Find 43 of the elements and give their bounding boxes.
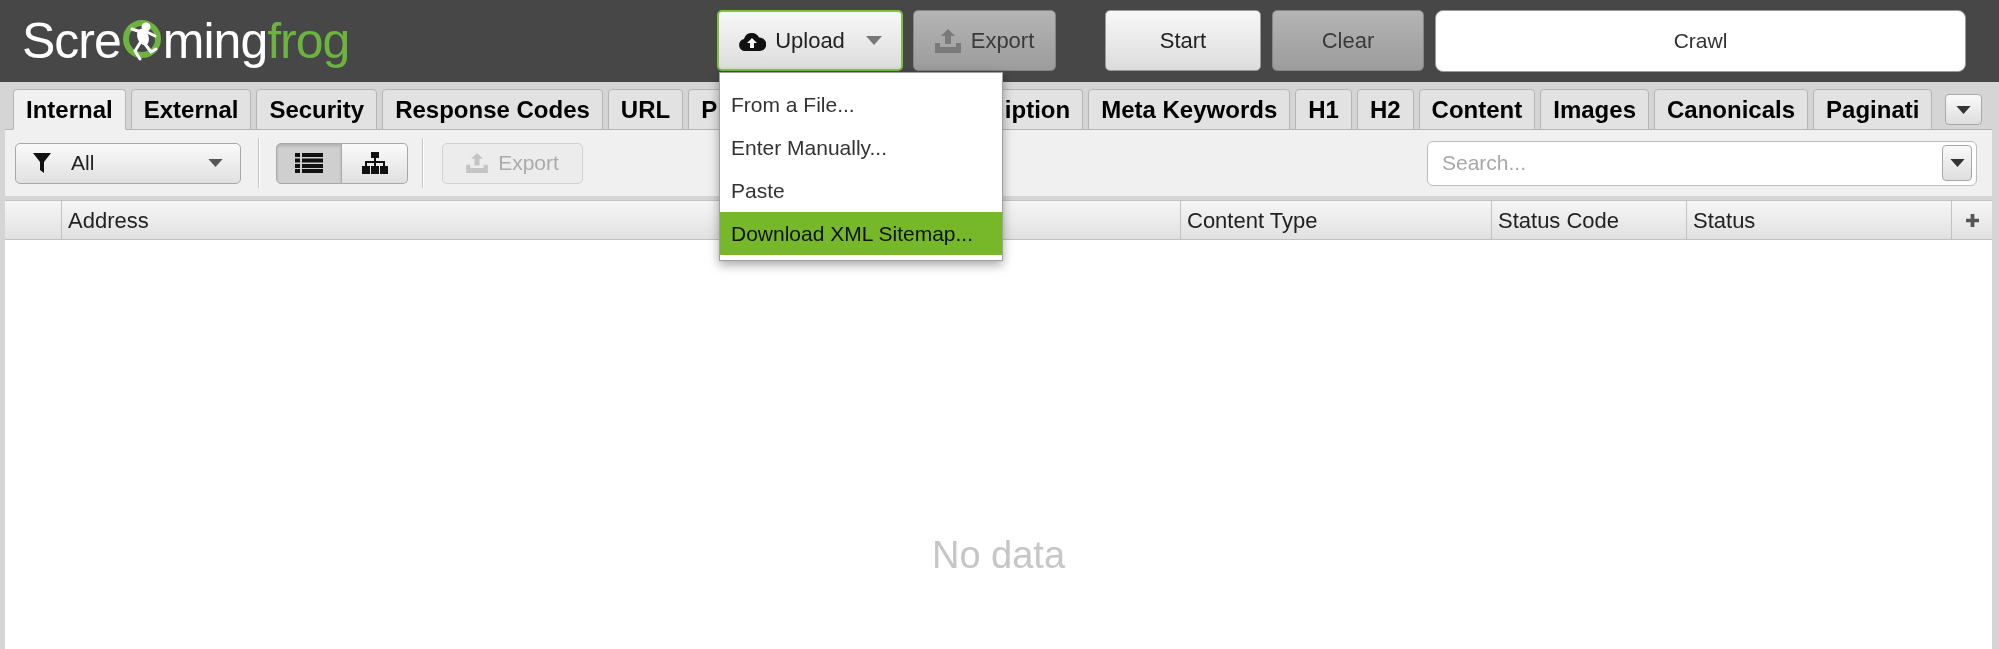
- tab[interactable]: Images: [1540, 89, 1649, 130]
- plus-icon: [1965, 213, 1979, 227]
- tab[interactable]: Content: [1418, 89, 1536, 130]
- caret-icon: [208, 159, 223, 167]
- crawl-status-display: Crawl: [1435, 10, 1966, 72]
- tab[interactable]: Security: [256, 89, 378, 130]
- tree-view-button[interactable]: [342, 142, 408, 184]
- logo-accent-text: frog: [267, 15, 350, 66]
- list-view-button[interactable]: [276, 142, 342, 184]
- upload-tray-icon: [466, 153, 489, 173]
- column-header[interactable]: Address: [68, 203, 149, 237]
- tab[interactable]: Paginati: [1813, 89, 1933, 130]
- logo-text: Scre: [22, 15, 121, 66]
- tab[interactable]: H1: [1295, 89, 1352, 130]
- caret-icon: [1956, 105, 1971, 114]
- empty-message: No data: [931, 533, 1066, 577]
- start-button[interactable]: Start: [1105, 10, 1261, 71]
- tab[interactable]: iption: [1002, 89, 1084, 130]
- upload-tray-icon: [934, 28, 961, 53]
- column-header[interactable]: Status Code: [1498, 203, 1620, 237]
- menu-item[interactable]: Download XML Sitemap...: [720, 212, 1002, 255]
- upload-button[interactable]: Upload: [717, 10, 903, 71]
- search-options-button[interactable]: [1942, 144, 1972, 181]
- tab[interactable]: H2: [1356, 89, 1414, 130]
- cloud-upload-icon: [738, 30, 767, 51]
- menu-item[interactable]: Paste: [720, 169, 1002, 212]
- tabs-overflow-button[interactable]: [1945, 94, 1982, 125]
- column-header[interactable]: Status: [1693, 203, 1756, 237]
- search-field[interactable]: Search...: [1427, 140, 1977, 186]
- tab[interactable]: Response Codes: [382, 89, 603, 130]
- filter-dropdown[interactable]: All: [15, 142, 241, 184]
- tab[interactable]: Meta Keywords: [1088, 89, 1291, 130]
- list-icon: [295, 153, 323, 173]
- hierarchy-icon: [361, 152, 388, 174]
- tab[interactable]: Canonicals: [1654, 89, 1809, 130]
- tab[interactable]: External: [130, 89, 252, 130]
- filter-icon: [33, 153, 51, 173]
- caret-icon: [865, 36, 882, 45]
- caret-icon: [1949, 158, 1965, 167]
- column-header[interactable]: Content Type: [1187, 203, 1318, 237]
- tab[interactable]: URL: [607, 89, 684, 130]
- tab[interactable]: Internal: [13, 89, 126, 130]
- logo-text: ming: [162, 15, 268, 66]
